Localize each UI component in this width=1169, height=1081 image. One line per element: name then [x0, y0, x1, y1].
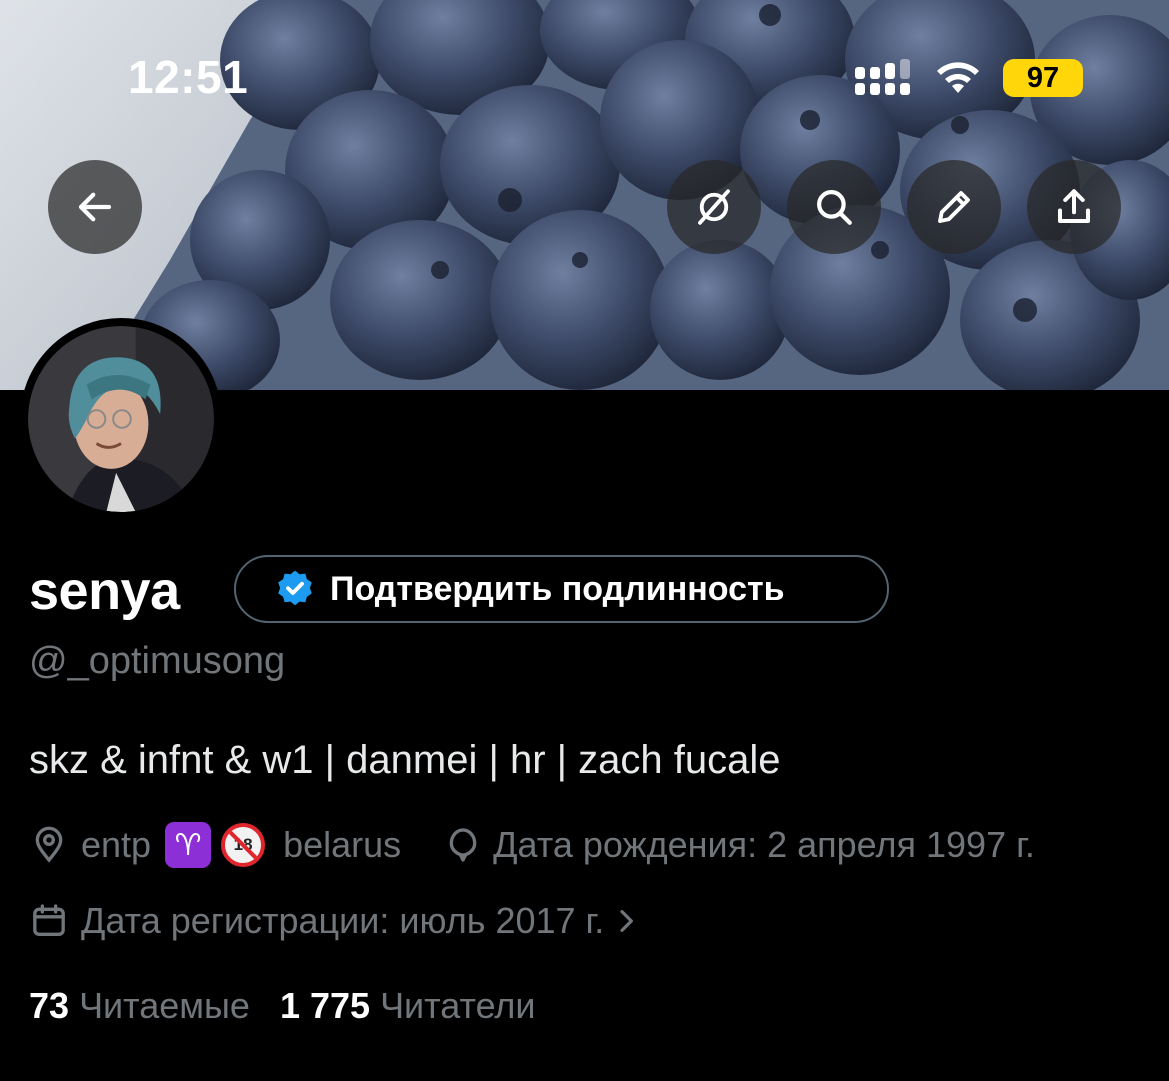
search-button[interactable] — [787, 160, 881, 254]
no-under-18-label: 18 — [233, 835, 253, 854]
calendar-icon — [33, 904, 65, 936]
cellular-signal-icon — [855, 59, 910, 95]
profile-meta-row: entp ♈ 18 belarus Дата рождения: 2 апрел… — [29, 822, 1035, 868]
verified-badge-icon — [278, 570, 312, 606]
birthday-text: Дата рождения: 2 апреля 1997 г. — [493, 824, 1035, 865]
following-link[interactable]: 73 Читаемые — [29, 985, 250, 1027]
profile-name: senya — [29, 561, 180, 621]
battery-level: 97 — [1026, 61, 1060, 94]
search-icon — [817, 190, 852, 225]
profile-handle: @_optimusong — [29, 640, 286, 682]
followers-label: Читатели — [380, 985, 536, 1026]
grok-button[interactable] — [667, 160, 761, 254]
wifi-icon — [937, 62, 979, 93]
following-count: 73 — [29, 985, 70, 1026]
aries-emoji: ♈ — [165, 822, 212, 868]
share-icon — [1057, 189, 1091, 224]
following-label: Читаемые — [79, 985, 250, 1026]
chevron-right-icon — [620, 910, 634, 932]
back-button[interactable] — [48, 160, 142, 254]
avatar[interactable] — [20, 318, 222, 520]
arrow-left-icon — [78, 192, 112, 222]
followers-link[interactable]: 1 775 Читатели — [280, 985, 536, 1027]
verify-button-label: Подтвердить подлинность — [330, 569, 785, 608]
joined-row[interactable]: Дата регистрации: июль 2017 г. — [29, 900, 642, 942]
joined-text: Дата регистрации: июль 2017 г. — [81, 900, 605, 941]
balloon-icon — [449, 828, 477, 862]
grok-icon — [698, 189, 730, 225]
status-icons: 97 — [855, 58, 1083, 98]
edit-button[interactable] — [907, 160, 1001, 254]
followers-count: 1 775 — [279, 985, 371, 1026]
location-text: entp — [81, 824, 152, 865]
no-under-18-emoji: 18 — [221, 823, 266, 867]
share-button[interactable] — [1027, 160, 1121, 254]
avatar-photo — [28, 326, 214, 512]
verify-button[interactable]: Подтвердить подлинность — [234, 555, 889, 623]
follow-counts: 73 Читаемые 1 775 Читатели — [29, 985, 536, 1027]
battery-indicator: 97 — [1003, 59, 1083, 97]
location-suffix-text: belarus — [283, 824, 402, 865]
pencil-icon — [938, 191, 970, 223]
profile-bio: skz & infnt & w1 | danmei | hr | zach fu… — [29, 738, 781, 782]
location-pin-icon — [35, 826, 63, 863]
status-time: 12:51 — [128, 51, 249, 103]
